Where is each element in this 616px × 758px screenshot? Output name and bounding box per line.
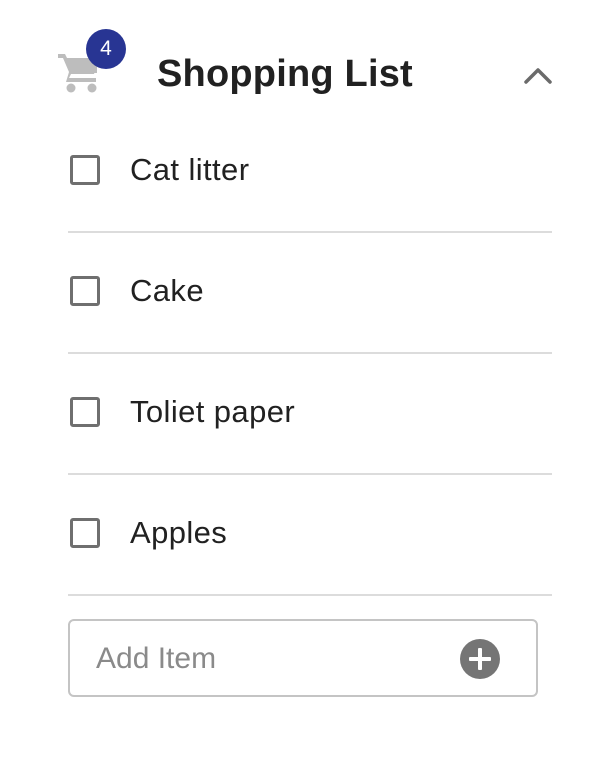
item-label: Cake	[130, 273, 204, 308]
item-checkbox[interactable]	[70, 397, 100, 427]
item-label: Toliet paper	[130, 394, 296, 429]
add-item-input[interactable]	[96, 637, 436, 681]
item-checkbox[interactable]	[70, 155, 100, 185]
item-checkbox[interactable]	[70, 518, 100, 548]
list-item: Toliet paper	[68, 354, 552, 475]
shopping-list-card: 4 Shopping List Cat litter Cake Toliet p…	[0, 0, 616, 758]
shopping-items-list: Cat litter Cake Toliet paper Apples	[68, 112, 552, 596]
item-count-badge: 4	[86, 29, 126, 69]
list-item: Cake	[68, 233, 552, 354]
add-circle-icon	[460, 639, 500, 679]
collapse-button[interactable]	[520, 60, 556, 92]
item-label: Cat litter	[130, 152, 250, 187]
list-title: Shopping List	[157, 53, 413, 95]
card-header: 4 Shopping List	[0, 0, 616, 130]
chevron-up-icon	[524, 68, 552, 84]
item-label: Apples	[130, 515, 228, 550]
add-item-field	[68, 619, 538, 697]
item-checkbox[interactable]	[70, 276, 100, 306]
list-item: Cat litter	[68, 112, 552, 233]
add-item-button[interactable]	[460, 639, 500, 679]
list-item: Apples	[68, 475, 552, 596]
